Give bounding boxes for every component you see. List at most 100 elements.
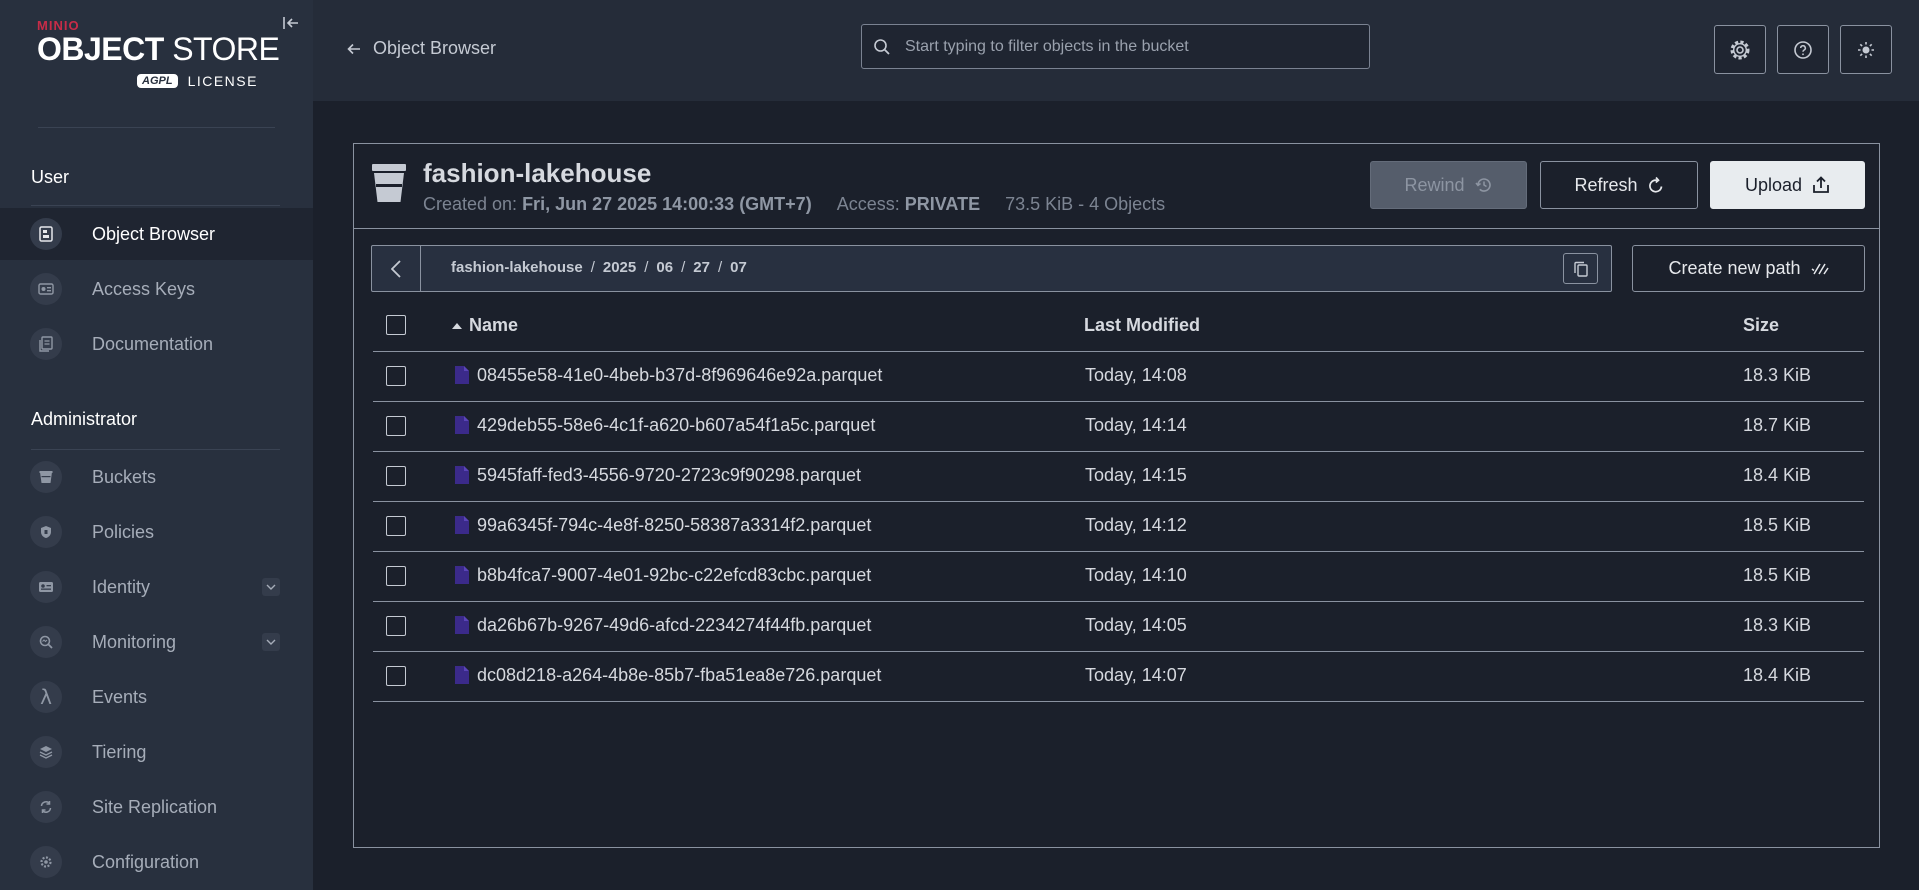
file-size: 18.4 KiB xyxy=(1743,465,1812,485)
file-icon xyxy=(455,616,469,634)
table-row[interactable]: dc08d218-a264-4b8e-85b7-fba51ea8e726.par… xyxy=(373,651,1864,702)
bucket-icon xyxy=(371,162,407,209)
sidebar-item-label: Buckets xyxy=(92,466,157,487)
row-checkbox[interactable] xyxy=(386,466,406,486)
bucket-meta: Created on: Fri, Jun 27 2025 14:00:33 (G… xyxy=(423,194,1166,214)
create-new-path-button[interactable]: Create new path xyxy=(1632,245,1865,292)
help-button[interactable] xyxy=(1777,25,1829,74)
file-size: 18.5 KiB xyxy=(1743,565,1812,585)
row-checkbox[interactable] xyxy=(386,616,406,636)
last-modified: Today, 14:05 xyxy=(1085,615,1187,635)
access-value: PRIVATE xyxy=(904,194,981,214)
table-row[interactable]: 5945faff-fed3-4556-9720-2723c9f90298.par… xyxy=(373,451,1864,502)
table-row[interactable]: b8b4fca7-9007-4e01-92bc-c22efcd83cbc.par… xyxy=(373,551,1864,602)
license-label: AGPL LICENSE xyxy=(137,73,258,89)
row-checkbox[interactable] xyxy=(386,566,406,586)
chevron-down-icon[interactable] xyxy=(262,633,280,651)
sidebar-item-documentation[interactable]: Documentation xyxy=(0,318,313,370)
bucket-panel: fashion-lakehouse Created on: Fri, Jun 2… xyxy=(353,143,1880,848)
identity-icon xyxy=(30,571,62,603)
table-row[interactable]: 99a6345f-794c-4e8f-8250-58387a3314f2.par… xyxy=(373,501,1864,552)
sidebar-item-configuration[interactable]: Configuration xyxy=(0,836,313,888)
upload-button[interactable]: Upload xyxy=(1710,161,1865,209)
sidebar-item-object-browser[interactable]: Object Browser xyxy=(0,208,313,260)
sidebar-item-identity[interactable]: Identity xyxy=(0,561,313,613)
gear-icon xyxy=(1730,40,1750,59)
access-keys-icon xyxy=(30,273,62,305)
back-to-object-browser[interactable]: Object Browser xyxy=(347,38,496,59)
breadcrumb-item[interactable]: 07 xyxy=(730,259,747,276)
select-all-checkbox[interactable] xyxy=(386,315,406,335)
row-checkbox[interactable] xyxy=(386,516,406,536)
sidebar-item-site-replication[interactable]: Site Replication xyxy=(0,781,313,833)
bucket-name: fashion-lakehouse xyxy=(423,158,652,188)
file-name: 429deb55-58e6-4c1f-a620-b607a54f1a5c.par… xyxy=(477,415,876,435)
table-row[interactable]: 08455e58-41e0-4beb-b37d-8f969646e92a.par… xyxy=(373,351,1864,402)
file-icon xyxy=(455,416,469,434)
row-checkbox[interactable] xyxy=(386,666,406,686)
row-checkbox[interactable] xyxy=(386,416,406,436)
minio-logo[interactable]: MINIO OBJECT STORE AGPL LICENSE xyxy=(37,18,287,98)
column-name[interactable]: Name xyxy=(451,315,518,336)
chevron-left-icon xyxy=(391,259,401,278)
file-name: dc08d218-a264-4b8e-85b7-fba51ea8e726.par… xyxy=(477,665,882,685)
last-modified: Today, 14:12 xyxy=(1085,515,1187,535)
sidebar-item-label: Access Keys xyxy=(92,278,196,299)
breadcrumb-item[interactable]: 2025 xyxy=(603,259,636,276)
documentation-icon xyxy=(30,328,62,360)
theme-toggle-button[interactable] xyxy=(1840,25,1892,74)
bucket-icon xyxy=(30,461,62,493)
copy-path-button[interactable] xyxy=(1563,253,1598,284)
back-label: Object Browser xyxy=(373,38,497,58)
configuration-icon xyxy=(30,846,62,878)
section-user: User xyxy=(31,167,70,187)
search-input[interactable] xyxy=(903,36,1347,57)
lambda-icon: λ xyxy=(30,681,62,713)
chevron-down-icon[interactable] xyxy=(262,578,280,596)
created-date: Fri, Jun 27 2025 14:00:33 (GMT+7) xyxy=(522,194,812,214)
top-bar: Object Browser xyxy=(313,0,1919,101)
divider xyxy=(38,127,275,128)
file-size: 18.7 KiB xyxy=(1743,415,1812,435)
breadcrumb-item[interactable]: 27 xyxy=(693,259,710,276)
last-modified: Today, 14:15 xyxy=(1085,465,1187,485)
upload-icon xyxy=(1813,176,1829,193)
refresh-button[interactable]: Refresh xyxy=(1540,161,1698,209)
sidebar-item-tiering[interactable]: Tiering xyxy=(0,726,313,778)
monitoring-icon xyxy=(30,626,62,658)
replication-icon xyxy=(30,791,62,823)
column-last-modified[interactable]: Last Modified xyxy=(1084,315,1200,336)
sidebar-item-policies[interactable]: Policies xyxy=(0,506,313,558)
sun-icon xyxy=(1858,41,1874,58)
object-browser-icon xyxy=(30,218,62,250)
breadcrumb-item[interactable]: fashion-lakehouse xyxy=(451,259,583,276)
product-name: OBJECT STORE xyxy=(37,31,280,67)
sidebar-item-access-keys[interactable]: Access Keys xyxy=(0,263,313,315)
row-checkbox[interactable] xyxy=(386,366,406,386)
new-path-icon xyxy=(1811,263,1829,274)
sidebar-item-buckets[interactable]: Buckets xyxy=(0,451,313,503)
agpl-badge: AGPL xyxy=(137,74,178,88)
column-size[interactable]: Size xyxy=(1743,315,1779,336)
sidebar-item-events[interactable]: λ Events xyxy=(0,671,313,723)
arrow-left-icon xyxy=(347,43,360,54)
table-row[interactable]: da26b67b-9267-49d6-afcd-2234274f44fb.par… xyxy=(373,601,1864,652)
sidebar-item-label: Policies xyxy=(92,521,155,542)
breadcrumb-item[interactable]: 06 xyxy=(656,259,673,276)
table-row[interactable]: 429deb55-58e6-4c1f-a620-b607a54f1a5c.par… xyxy=(373,401,1864,452)
bucket-usage: 73.5 KiB - 4 Objects xyxy=(1005,194,1166,214)
file-name: 5945faff-fed3-4556-9720-2723c9f90298.par… xyxy=(477,465,861,485)
search-box[interactable] xyxy=(861,24,1370,69)
collapse-sidebar-icon[interactable] xyxy=(282,14,302,34)
breadcrumb-back-button[interactable] xyxy=(372,246,421,291)
table-header: Name Last Modified Size xyxy=(373,301,1864,352)
sidebar-item-label: Events xyxy=(92,686,148,707)
section-administrator: Administrator xyxy=(31,409,138,429)
rewind-button[interactable]: Rewind xyxy=(1370,161,1527,209)
last-modified: Today, 14:10 xyxy=(1085,565,1187,585)
sidebar-item-label: Identity xyxy=(92,576,151,597)
divider xyxy=(31,205,280,206)
help-icon xyxy=(1794,40,1812,59)
sidebar-item-monitoring[interactable]: Monitoring xyxy=(0,616,313,668)
settings-button[interactable] xyxy=(1714,25,1766,74)
